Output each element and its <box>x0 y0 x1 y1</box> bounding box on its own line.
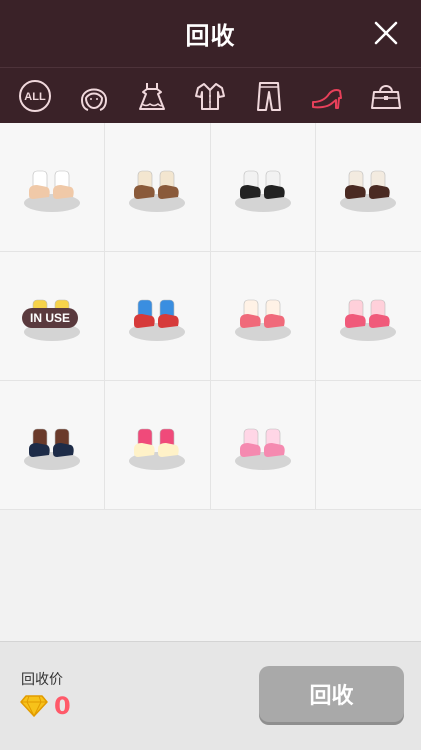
item-cell[interactable] <box>0 381 106 510</box>
close-icon <box>374 21 398 45</box>
shoes-cream-sandals-icon <box>24 170 81 212</box>
tab-hair[interactable] <box>72 74 116 118</box>
dress-icon <box>139 82 166 110</box>
footer-bar: 回收价 0 回收 <box>0 641 421 750</box>
shoes-strawberry-icon <box>234 299 291 341</box>
face-hair-icon <box>80 88 107 111</box>
shoes-navy-boots-icon <box>24 428 81 470</box>
bag-icon <box>370 84 401 109</box>
tab-tops[interactable] <box>188 74 232 118</box>
shoes-stars-stripes-icon <box>129 299 186 341</box>
empty-cell <box>315 381 421 510</box>
shoes-pink-bow-icon <box>340 299 397 341</box>
item-cell[interactable] <box>210 381 316 510</box>
item-cell[interactable] <box>210 252 316 381</box>
item-cell[interactable] <box>105 123 211 252</box>
diamond-icon <box>20 695 48 718</box>
item-cell[interactable] <box>105 381 211 510</box>
header-bar: 回收 <box>0 0 421 67</box>
pants-icon <box>256 81 281 111</box>
shoes-leopard-icon <box>129 170 186 212</box>
all-icon: ALL <box>19 79 52 112</box>
tab-bottoms[interactable] <box>247 74 291 118</box>
shoes-cream-pink-bow-icon <box>129 428 186 470</box>
page-title: 回收 <box>185 22 236 50</box>
close-button[interactable] <box>371 18 401 48</box>
category-tabs: ALL <box>0 67 421 123</box>
tab-shoes[interactable] <box>305 74 349 118</box>
recycle-button[interactable]: 回收 <box>259 666 404 722</box>
item-cell[interactable]: IN USE <box>0 252 106 381</box>
tab-bags[interactable] <box>364 74 408 118</box>
tab-dress[interactable] <box>130 74 174 118</box>
item-grid: IN USE <box>0 123 421 510</box>
item-cell[interactable] <box>0 123 106 252</box>
shoes-pink-heels-icon <box>234 428 291 470</box>
item-cell[interactable] <box>105 252 211 381</box>
price-label: 回收价 <box>21 672 63 688</box>
in-use-badge: IN USE <box>22 308 79 328</box>
item-cell[interactable] <box>315 252 421 381</box>
price-row: 0 <box>20 692 71 720</box>
item-cell[interactable] <box>315 123 421 252</box>
high-heel-icon <box>312 88 343 109</box>
shoes-brown-loafers-icon <box>340 170 397 212</box>
tab-all[interactable]: ALL <box>13 74 57 118</box>
item-cell[interactable] <box>210 123 316 252</box>
shirt-icon <box>195 82 226 110</box>
shoes-black-white-boots-icon <box>234 170 291 212</box>
price-value: 0 <box>54 692 71 720</box>
svg-text:ALL: ALL <box>25 91 47 103</box>
